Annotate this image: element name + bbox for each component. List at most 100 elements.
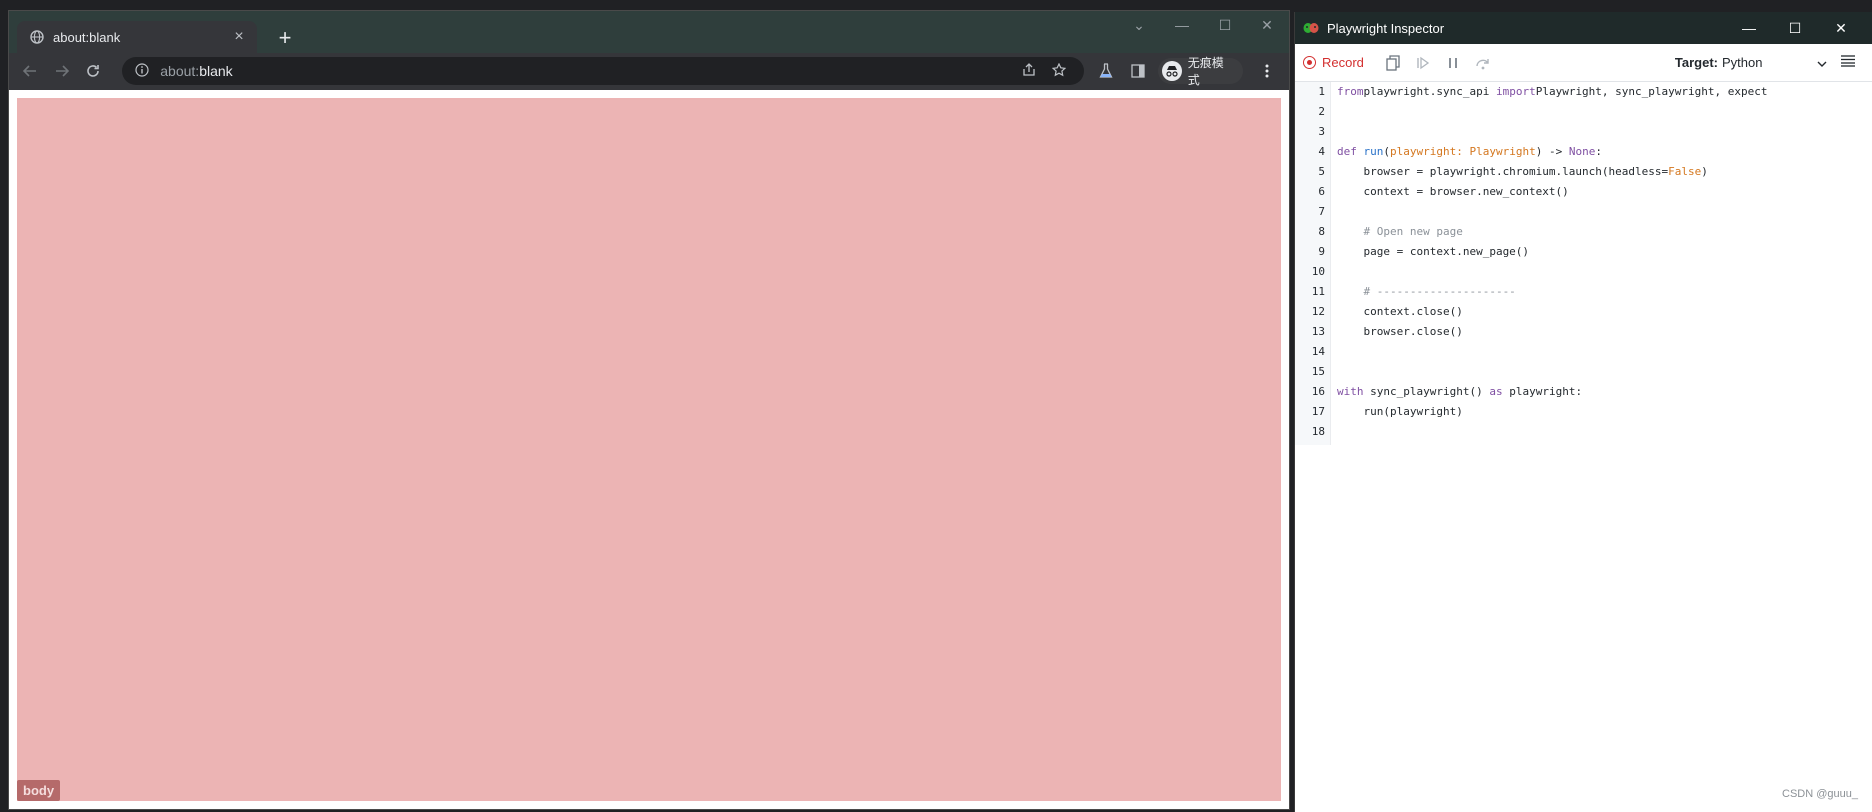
code-text: # Open new page xyxy=(1337,222,1462,242)
code-token: Playwright, sync_playwright, expect xyxy=(1535,85,1768,98)
code-line: 7 xyxy=(1295,202,1872,222)
line-number: 3 xyxy=(1318,125,1325,138)
code-text: context.close() xyxy=(1337,302,1463,322)
globe-icon xyxy=(29,29,45,45)
code-token: : xyxy=(1595,145,1602,158)
record-button[interactable]: Record xyxy=(1303,55,1364,70)
address-bar[interactable]: about:blank xyxy=(122,57,1085,85)
target-selector[interactable]: Target: Python xyxy=(1675,55,1832,70)
code-line: 8 # Open new page xyxy=(1295,222,1872,242)
inspector-window: Playwright Inspector — ☐ ✕ Record Target… xyxy=(1294,12,1872,812)
line-number: 14 xyxy=(1311,345,1325,358)
record-icon xyxy=(1303,56,1316,69)
url-path: blank xyxy=(199,63,233,79)
step-over-icon[interactable] xyxy=(1468,51,1498,75)
line-number: 2 xyxy=(1318,105,1325,118)
line-number: 5 xyxy=(1318,165,1325,178)
info-icon[interactable] xyxy=(132,62,152,80)
code-token: import xyxy=(1495,85,1536,98)
code-token: ) xyxy=(1701,165,1708,178)
code-line: 15 xyxy=(1295,362,1872,382)
line-number: 8 xyxy=(1318,225,1325,238)
code-line: 2 xyxy=(1295,102,1872,122)
inspector-maximize-button[interactable]: ☐ xyxy=(1772,20,1818,37)
code-line: 6 context = browser.new_context() xyxy=(1295,182,1872,202)
code-token: as xyxy=(1489,385,1503,398)
tab-title: about:blank xyxy=(53,29,121,45)
code-lines: 1 fromplaywright.sync_api importPlaywrigh… xyxy=(1295,82,1872,442)
minimize-button[interactable]: — xyxy=(1164,17,1200,33)
url-text: about:blank xyxy=(160,63,232,79)
line-number: 11 xyxy=(1311,285,1325,298)
line-number: 7 xyxy=(1318,205,1325,218)
code-text: # --------------------- xyxy=(1337,282,1516,302)
inspector-close-button[interactable]: ✕ xyxy=(1818,20,1864,37)
resume-icon[interactable] xyxy=(1408,51,1438,75)
code-editor[interactable]: 1 fromplaywright.sync_api importPlaywrigh… xyxy=(1295,82,1872,812)
code-token: False xyxy=(1668,165,1702,178)
code-line: 4 def run(playwright: Playwright) -> None… xyxy=(1295,142,1872,162)
element-highlight[interactable] xyxy=(17,98,1281,801)
code-line: 14 xyxy=(1295,342,1872,362)
line-number: 6 xyxy=(1318,185,1325,198)
line-number: 10 xyxy=(1311,265,1325,278)
new-tab-button[interactable]: + xyxy=(271,25,299,53)
code-token: run(playwright) xyxy=(1337,405,1463,418)
copy-icon[interactable] xyxy=(1378,51,1408,75)
code-token: ( xyxy=(1383,145,1390,158)
code-text: with sync_playwright() as playwright: xyxy=(1337,382,1582,402)
code-token: browser = playwright.chromium.launch(hea… xyxy=(1337,165,1669,178)
code-line: 18 xyxy=(1295,422,1872,442)
line-number: 1 xyxy=(1318,85,1325,98)
settings-menu-icon[interactable] xyxy=(1840,55,1864,70)
code-line: 3 xyxy=(1295,122,1872,142)
code-text: browser = playwright.chromium.launch(hea… xyxy=(1337,162,1708,182)
watermark-text: CSDN @guuu_ xyxy=(1782,788,1858,800)
line-number: 13 xyxy=(1311,325,1325,338)
line-number: 16 xyxy=(1311,385,1325,398)
code-line: 11 # --------------------- xyxy=(1295,282,1872,302)
more-menu-icon[interactable] xyxy=(1251,56,1283,86)
page-viewport[interactable]: body xyxy=(9,90,1289,809)
code-line: 10 xyxy=(1295,262,1872,282)
playwright-logo-icon xyxy=(1303,23,1319,33)
code-text: context = browser.new_context() xyxy=(1337,182,1568,202)
tab-strip: about:blank × + ⌄ — ☐ ✕ xyxy=(9,11,1289,53)
inspector-minimize-button[interactable]: — xyxy=(1726,20,1772,36)
code-token: playwright.sync_api xyxy=(1363,85,1496,98)
star-icon[interactable] xyxy=(1044,62,1074,80)
inspector-titlebar: Playwright Inspector — ☐ ✕ xyxy=(1295,12,1872,44)
line-number: 17 xyxy=(1311,405,1325,418)
incognito-badge[interactable]: 无痕模式 xyxy=(1157,56,1244,87)
side-panel-icon[interactable] xyxy=(1122,56,1154,86)
code-text: def run(playwright: Playwright) -> None: xyxy=(1337,142,1602,162)
code-token: context.close() xyxy=(1337,305,1463,318)
reload-button[interactable] xyxy=(79,56,109,86)
code-token: from xyxy=(1337,85,1364,98)
reload-icon xyxy=(87,65,100,77)
url-scheme: about: xyxy=(160,63,200,79)
line-number: 9 xyxy=(1318,245,1325,258)
back-button[interactable] xyxy=(15,56,45,86)
browser-toolbar: about:blank 无痕模式 xyxy=(9,53,1289,89)
code-line: 12 context.close() xyxy=(1295,302,1872,322)
share-icon[interactable] xyxy=(1014,62,1044,80)
incognito-icon xyxy=(1161,61,1182,81)
code-token: page = context.new_page() xyxy=(1337,245,1530,258)
element-tag-label: body xyxy=(17,780,61,801)
code-token: # --------------------- xyxy=(1337,285,1516,298)
code-token: with xyxy=(1337,385,1364,398)
flask-icon[interactable] xyxy=(1090,56,1122,86)
incognito-label: 无痕模式 xyxy=(1187,56,1224,87)
tab-close-button[interactable]: × xyxy=(229,28,249,46)
record-label: Record xyxy=(1322,55,1364,70)
tab-search-button[interactable]: ⌄ xyxy=(1121,17,1157,34)
pause-icon[interactable] xyxy=(1438,51,1468,75)
forward-button[interactable] xyxy=(47,56,77,86)
close-window-button[interactable]: ✕ xyxy=(1249,17,1285,34)
code-token: playwright: xyxy=(1502,385,1583,398)
line-number: 12 xyxy=(1311,305,1325,318)
code-token: playwright: Playwright xyxy=(1390,145,1536,158)
maximize-button[interactable]: ☐ xyxy=(1207,17,1243,34)
browser-tab[interactable]: about:blank × xyxy=(17,21,257,53)
